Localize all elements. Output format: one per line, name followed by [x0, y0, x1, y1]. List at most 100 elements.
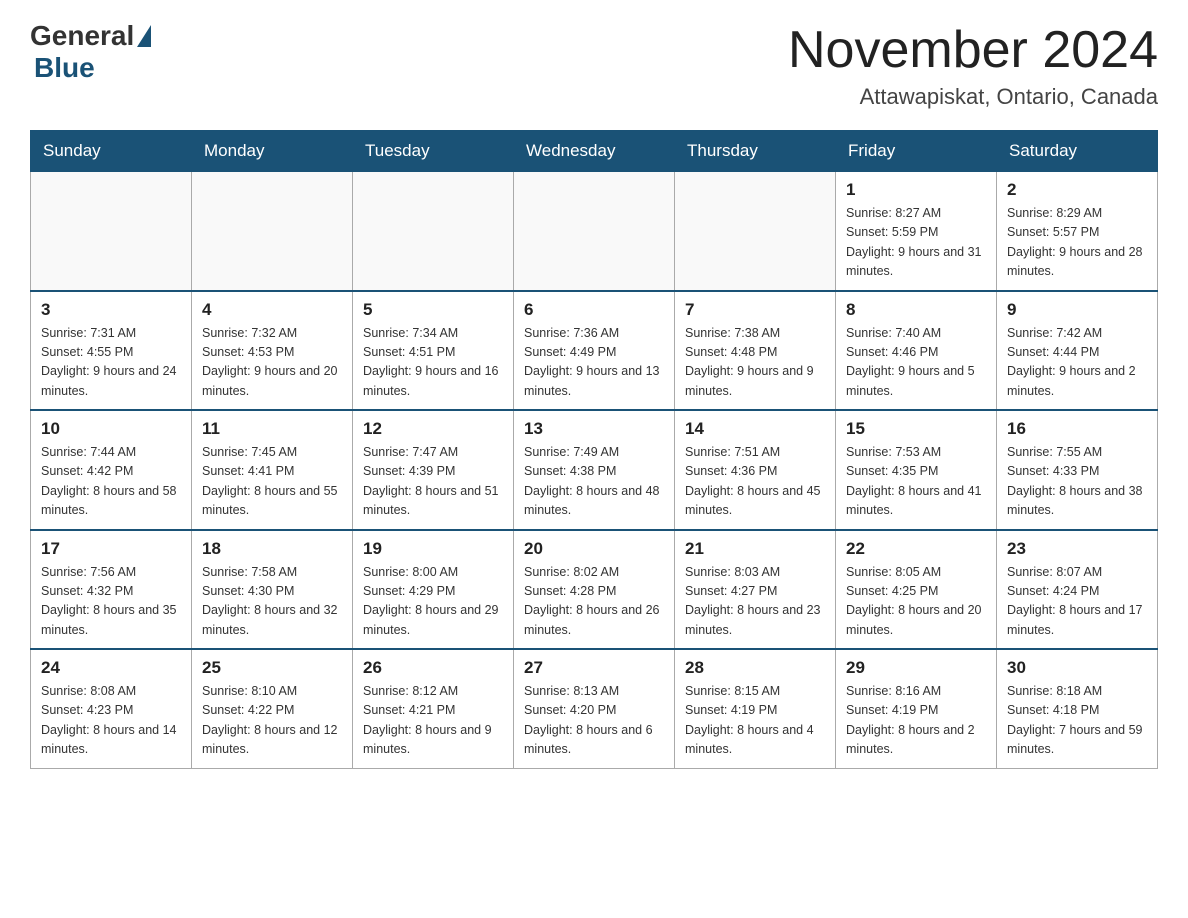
- day-number: 20: [524, 539, 664, 559]
- day-number: 11: [202, 419, 342, 439]
- day-number: 13: [524, 419, 664, 439]
- calendar-cell: 15Sunrise: 7:53 AM Sunset: 4:35 PM Dayli…: [836, 410, 997, 530]
- day-info: Sunrise: 8:10 AM Sunset: 4:22 PM Dayligh…: [202, 682, 342, 760]
- calendar-cell: [675, 172, 836, 291]
- day-number: 1: [846, 180, 986, 200]
- day-info: Sunrise: 7:55 AM Sunset: 4:33 PM Dayligh…: [1007, 443, 1147, 521]
- calendar-cell: 27 Sunrise: 8:13 AM Sunset: 4:20 PM Dayli…: [514, 649, 675, 768]
- day-number: 29: [846, 658, 986, 678]
- calendar-cell: 9Sunrise: 7:42 AM Sunset: 4:44 PM Daylig…: [997, 291, 1158, 411]
- calendar-cell: 22 Sunrise: 8:05 AM Sunset: 4:25 PM Dayli…: [836, 530, 997, 650]
- day-number: 18: [202, 539, 342, 559]
- day-info: Sunrise: 8:02 AM Sunset: 4:28 PM Dayligh…: [524, 563, 664, 641]
- logo-general-text: General: [30, 20, 134, 52]
- day-info: Sunrise: 8:07 AM Sunset: 4:24 PM Dayligh…: [1007, 563, 1147, 641]
- calendar-week-row: 24Sunrise: 8:08 AM Sunset: 4:23 PM Dayli…: [31, 649, 1158, 768]
- calendar-cell: 6 Sunrise: 7:36 AM Sunset: 4:49 PM Daylig…: [514, 291, 675, 411]
- calendar-week-row: 17Sunrise: 7:56 AM Sunset: 4:32 PM Dayli…: [31, 530, 1158, 650]
- day-number: 27: [524, 658, 664, 678]
- day-number: 14: [685, 419, 825, 439]
- day-info: Sunrise: 7:49 AM Sunset: 4:38 PM Dayligh…: [524, 443, 664, 521]
- day-info: Sunrise: 8:27 AM Sunset: 5:59 PM Dayligh…: [846, 204, 986, 282]
- day-info: Sunrise: 7:40 AM Sunset: 4:46 PM Dayligh…: [846, 324, 986, 402]
- day-info: Sunrise: 8:12 AM Sunset: 4:21 PM Dayligh…: [363, 682, 503, 760]
- day-number: 19: [363, 539, 503, 559]
- calendar-cell: 20 Sunrise: 8:02 AM Sunset: 4:28 PM Dayli…: [514, 530, 675, 650]
- month-title: November 2024: [788, 20, 1158, 80]
- day-number: 22: [846, 539, 986, 559]
- calendar-cell: 21Sunrise: 8:03 AM Sunset: 4:27 PM Dayli…: [675, 530, 836, 650]
- calendar-week-row: 1 Sunrise: 8:27 AM Sunset: 5:59 PM Daylig…: [31, 172, 1158, 291]
- day-info: Sunrise: 8:18 AM Sunset: 4:18 PM Dayligh…: [1007, 682, 1147, 760]
- day-number: 26: [363, 658, 503, 678]
- weekday-header-saturday: Saturday: [997, 131, 1158, 172]
- calendar-cell: 16 Sunrise: 7:55 AM Sunset: 4:33 PM Dayli…: [997, 410, 1158, 530]
- weekday-header-monday: Monday: [192, 131, 353, 172]
- day-info: Sunrise: 8:15 AM Sunset: 4:19 PM Dayligh…: [685, 682, 825, 760]
- calendar-cell: 29 Sunrise: 8:16 AM Sunset: 4:19 PM Dayli…: [836, 649, 997, 768]
- day-info: Sunrise: 7:31 AM Sunset: 4:55 PM Dayligh…: [41, 324, 181, 402]
- day-info: Sunrise: 7:38 AM Sunset: 4:48 PM Dayligh…: [685, 324, 825, 402]
- calendar-cell: 5Sunrise: 7:34 AM Sunset: 4:51 PM Daylig…: [353, 291, 514, 411]
- day-number: 25: [202, 658, 342, 678]
- day-number: 10: [41, 419, 181, 439]
- weekday-header-sunday: Sunday: [31, 131, 192, 172]
- calendar-cell: 10Sunrise: 7:44 AM Sunset: 4:42 PM Dayli…: [31, 410, 192, 530]
- calendar-cell: 13 Sunrise: 7:49 AM Sunset: 4:38 PM Dayli…: [514, 410, 675, 530]
- calendar-cell: 7 Sunrise: 7:38 AM Sunset: 4:48 PM Daylig…: [675, 291, 836, 411]
- day-number: 24: [41, 658, 181, 678]
- calendar-cell: 2 Sunrise: 8:29 AM Sunset: 5:57 PM Daylig…: [997, 172, 1158, 291]
- calendar-cell: [514, 172, 675, 291]
- calendar-cell: 28Sunrise: 8:15 AM Sunset: 4:19 PM Dayli…: [675, 649, 836, 768]
- day-info: Sunrise: 8:16 AM Sunset: 4:19 PM Dayligh…: [846, 682, 986, 760]
- day-number: 12: [363, 419, 503, 439]
- calendar-header-row: SundayMondayTuesdayWednesdayThursdayFrid…: [31, 131, 1158, 172]
- day-info: Sunrise: 8:05 AM Sunset: 4:25 PM Dayligh…: [846, 563, 986, 641]
- calendar-week-row: 3 Sunrise: 7:31 AM Sunset: 4:55 PM Daylig…: [31, 291, 1158, 411]
- weekday-header-tuesday: Tuesday: [353, 131, 514, 172]
- day-number: 3: [41, 300, 181, 320]
- day-info: Sunrise: 7:36 AM Sunset: 4:49 PM Dayligh…: [524, 324, 664, 402]
- weekday-header-wednesday: Wednesday: [514, 131, 675, 172]
- calendar-cell: 14 Sunrise: 7:51 AM Sunset: 4:36 PM Dayli…: [675, 410, 836, 530]
- calendar-cell: 24Sunrise: 8:08 AM Sunset: 4:23 PM Dayli…: [31, 649, 192, 768]
- day-info: Sunrise: 7:42 AM Sunset: 4:44 PM Dayligh…: [1007, 324, 1147, 402]
- day-number: 7: [685, 300, 825, 320]
- calendar-cell: 1 Sunrise: 8:27 AM Sunset: 5:59 PM Daylig…: [836, 172, 997, 291]
- page-header: General Blue November 2024 Attawapiskat,…: [30, 20, 1158, 110]
- weekday-header-thursday: Thursday: [675, 131, 836, 172]
- day-number: 2: [1007, 180, 1147, 200]
- title-area: November 2024 Attawapiskat, Ontario, Can…: [788, 20, 1158, 110]
- calendar-cell: 18 Sunrise: 7:58 AM Sunset: 4:30 PM Dayli…: [192, 530, 353, 650]
- day-info: Sunrise: 7:32 AM Sunset: 4:53 PM Dayligh…: [202, 324, 342, 402]
- logo-triangle-icon: [137, 25, 151, 47]
- day-info: Sunrise: 7:47 AM Sunset: 4:39 PM Dayligh…: [363, 443, 503, 521]
- day-number: 5: [363, 300, 503, 320]
- calendar-cell: 26 Sunrise: 8:12 AM Sunset: 4:21 PM Dayli…: [353, 649, 514, 768]
- calendar-cell: 11Sunrise: 7:45 AM Sunset: 4:41 PM Dayli…: [192, 410, 353, 530]
- calendar-cell: 25 Sunrise: 8:10 AM Sunset: 4:22 PM Dayli…: [192, 649, 353, 768]
- day-info: Sunrise: 8:29 AM Sunset: 5:57 PM Dayligh…: [1007, 204, 1147, 282]
- day-number: 17: [41, 539, 181, 559]
- calendar-cell: 23Sunrise: 8:07 AM Sunset: 4:24 PM Dayli…: [997, 530, 1158, 650]
- day-info: Sunrise: 7:51 AM Sunset: 4:36 PM Dayligh…: [685, 443, 825, 521]
- day-number: 6: [524, 300, 664, 320]
- calendar-cell: [192, 172, 353, 291]
- calendar-cell: 30 Sunrise: 8:18 AM Sunset: 4:18 PM Dayli…: [997, 649, 1158, 768]
- day-number: 16: [1007, 419, 1147, 439]
- day-info: Sunrise: 8:13 AM Sunset: 4:20 PM Dayligh…: [524, 682, 664, 760]
- day-number: 8: [846, 300, 986, 320]
- weekday-header-friday: Friday: [836, 131, 997, 172]
- calendar-cell: 19Sunrise: 8:00 AM Sunset: 4:29 PM Dayli…: [353, 530, 514, 650]
- day-info: Sunrise: 7:53 AM Sunset: 4:35 PM Dayligh…: [846, 443, 986, 521]
- logo: General Blue: [30, 20, 151, 84]
- calendar-cell: [31, 172, 192, 291]
- logo-blue-text: Blue: [34, 52, 95, 83]
- calendar-cell: 4Sunrise: 7:32 AM Sunset: 4:53 PM Daylig…: [192, 291, 353, 411]
- day-number: 21: [685, 539, 825, 559]
- location: Attawapiskat, Ontario, Canada: [788, 84, 1158, 110]
- calendar-week-row: 10Sunrise: 7:44 AM Sunset: 4:42 PM Dayli…: [31, 410, 1158, 530]
- day-number: 30: [1007, 658, 1147, 678]
- day-info: Sunrise: 7:58 AM Sunset: 4:30 PM Dayligh…: [202, 563, 342, 641]
- calendar-cell: 17Sunrise: 7:56 AM Sunset: 4:32 PM Dayli…: [31, 530, 192, 650]
